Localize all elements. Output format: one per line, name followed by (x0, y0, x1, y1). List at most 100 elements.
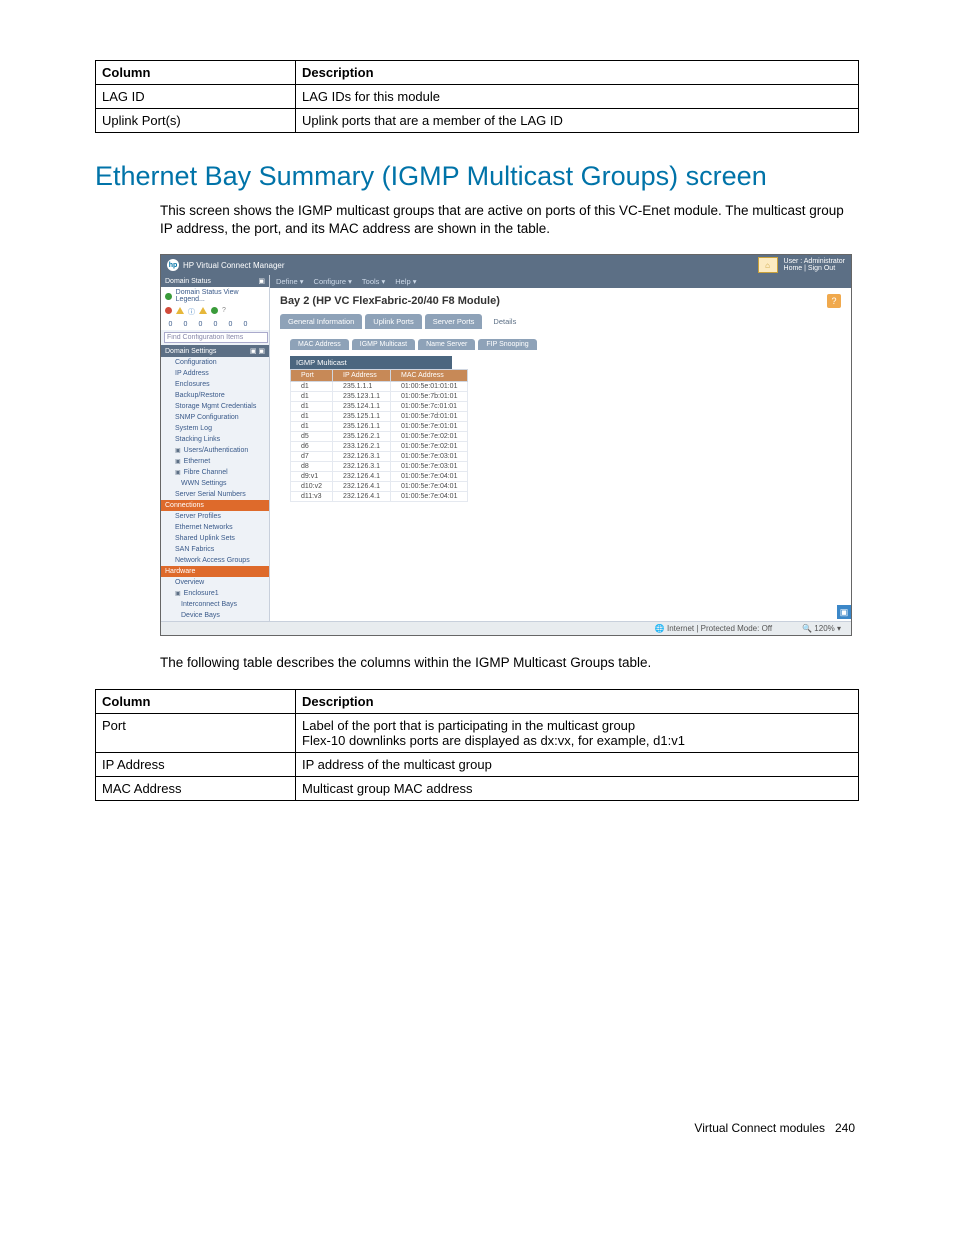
sidebar-item[interactable]: Ethernet (161, 456, 269, 467)
sidebar-item[interactable]: Device Bays (161, 610, 269, 621)
tab[interactable]: Uplink Ports (365, 314, 421, 329)
sidebar-item[interactable]: Backup/Restore (161, 390, 269, 401)
grid-cell: 235.123.1.1 (333, 392, 391, 402)
grid-cell: 01:00:5e:7e:04:01 (391, 482, 468, 492)
grid-cell: 232.126.4.1 (333, 482, 391, 492)
grid-cell: 01:00:5e:7c:01:01 (391, 402, 468, 412)
sidebar-item[interactable]: Stacking Links (161, 434, 269, 445)
sidebar-item[interactable]: SNMP Configuration (161, 412, 269, 423)
domain-status-link[interactable]: Domain Status View Legend... (176, 289, 265, 303)
grid-cell: 01:00:5e:7e:04:01 (391, 492, 468, 502)
home-signout-links[interactable]: Home | Sign Out (784, 265, 845, 273)
menu-item[interactable]: Tools ▾ (362, 277, 385, 286)
zoom-control[interactable]: 🔍 120% ▾ (802, 624, 841, 633)
status-count: 0 (195, 321, 206, 328)
lag-table: Column Description LAG IDLAG IDs for thi… (95, 60, 859, 133)
status-count: 0 (180, 321, 191, 328)
find-config-input[interactable] (164, 332, 268, 343)
sidebar-item[interactable]: Fibre Channel (161, 467, 269, 478)
sub-tab[interactable]: FIP Snooping (478, 339, 536, 350)
sidebar-item[interactable]: Configuration (161, 357, 269, 368)
col-header: Column (96, 61, 296, 85)
page-footer: Virtual Connect modules 240 (95, 1121, 859, 1135)
screenshot: hp HP Virtual Connect Manager ⌂ User : A… (160, 254, 852, 636)
grid-cell: 01:00:5e:7b:01:01 (391, 392, 468, 402)
status-dot-icon (211, 307, 218, 314)
sidebar-heading-hardware: Hardware (161, 566, 269, 577)
browser-statusbar: 🌐 Internet | Protected Mode: Off 🔍 120% … (161, 621, 851, 635)
grid-cell: 232.126.4.1 (333, 492, 391, 502)
sidebar-item[interactable]: SAN Fabrics (161, 544, 269, 555)
status-count: 0 (225, 321, 236, 328)
grid-cell: 235.126.1.1 (333, 422, 391, 432)
menu-item[interactable]: Help ▾ (395, 277, 416, 286)
sidebar-item[interactable]: IP Address (161, 368, 269, 379)
table-cell: LAG ID (96, 85, 296, 109)
sidebar-item[interactable]: WWN Settings (161, 478, 269, 489)
table-cell: MAC Address (96, 776, 296, 800)
grid-header: MAC Address (391, 370, 468, 382)
sidebar-item[interactable]: Enclosures (161, 379, 269, 390)
sidebar-item[interactable]: Storage Mgmt Credentials (161, 401, 269, 412)
tab[interactable]: Details (485, 314, 524, 329)
grid-cell: 235.1.1.1 (333, 382, 391, 392)
sidebar: Domain Status▣ Domain Status View Legend… (161, 275, 270, 621)
status-dot-icon (165, 307, 172, 314)
home-icon[interactable]: ⌂ (758, 257, 778, 273)
table-cell: IP address of the multicast group (296, 752, 859, 776)
grid-cell: 232.126.3.1 (333, 462, 391, 472)
table-cell: Uplink Port(s) (96, 109, 296, 133)
hp-logo-icon: hp (167, 259, 179, 271)
tab[interactable]: Server Ports (425, 314, 483, 329)
grid-cell: 01:00:5e:7e:02:01 (391, 432, 468, 442)
sidebar-item[interactable]: Overview (161, 577, 269, 588)
grid-title: IGMP Multicast (290, 356, 452, 369)
grid-cell: d7 (291, 452, 333, 462)
col-header: Description (296, 689, 859, 713)
grid-cell: d5 (291, 432, 333, 442)
table-cell: Port (96, 713, 296, 752)
table-cell: Uplink ports that are a member of the LA… (296, 109, 859, 133)
grid-cell: 01:00:5e:7e:04:01 (391, 472, 468, 482)
grid-cell: d10:v2 (291, 482, 333, 492)
collapse-icon[interactable]: ▣ ▣ (250, 347, 265, 355)
intro-paragraph: This screen shows the IGMP multicast gro… (160, 202, 859, 238)
sidebar-item[interactable]: Users/Authentication (161, 445, 269, 456)
user-label: User : Administrator (784, 258, 845, 266)
sidebar-item-enclosure[interactable]: Enclosure1 (161, 588, 269, 599)
sub-tab[interactable]: IGMP Multicast (352, 339, 415, 350)
grid-cell: d1 (291, 382, 333, 392)
sidebar-item[interactable]: Interconnect Bays (161, 599, 269, 610)
grid-header: IP Address (333, 370, 391, 382)
grid-cell: 01:00:5e:7e:01:01 (391, 422, 468, 432)
status-triangle-icon (176, 307, 184, 314)
grid-cell: 01:00:5e:7e:03:01 (391, 452, 468, 462)
status-icons-row: ⓘ ? (161, 305, 269, 319)
sidebar-item[interactable]: System Log (161, 423, 269, 434)
igmp-grid: PortIP AddressMAC Address d1235.1.1.101:… (290, 369, 468, 502)
table-cell: Label of the port that is participating … (296, 713, 859, 752)
sub-tab[interactable]: Name Server (418, 339, 475, 350)
sidebar-item[interactable]: Server Profiles (161, 511, 269, 522)
sidebar-item[interactable]: Server Serial Numbers (161, 489, 269, 500)
help-icon[interactable]: ? (827, 294, 841, 308)
sidebar-heading-connections: Connections (161, 500, 269, 511)
igmp-columns-table: Column Description PortLabel of the port… (95, 689, 859, 801)
menu-item[interactable]: Configure ▾ (314, 277, 352, 286)
sidebar-item[interactable]: Shared Uplink Sets (161, 533, 269, 544)
section-heading: Ethernet Bay Summary (IGMP Multicast Gro… (95, 161, 859, 192)
expand-icon[interactable]: ▣ (837, 605, 851, 619)
col-header: Column (96, 689, 296, 713)
sidebar-item[interactable]: Network Access Groups (161, 555, 269, 566)
status-count: 0 (165, 321, 176, 328)
table-cell: LAG IDs for this module (296, 85, 859, 109)
menu-item[interactable]: Define ▾ (276, 277, 304, 286)
grid-cell: 232.126.4.1 (333, 472, 391, 482)
grid-cell: 01:00:5e:7d:01:01 (391, 412, 468, 422)
grid-cell: 235.124.1.1 (333, 402, 391, 412)
sidebar-item[interactable]: Ethernet Networks (161, 522, 269, 533)
tab[interactable]: General Information (280, 314, 362, 329)
grid-header: Port (291, 370, 333, 382)
menubar: Define ▾ Configure ▾ Tools ▾ Help ▾ (270, 275, 851, 288)
sub-tab[interactable]: MAC Address (290, 339, 349, 350)
